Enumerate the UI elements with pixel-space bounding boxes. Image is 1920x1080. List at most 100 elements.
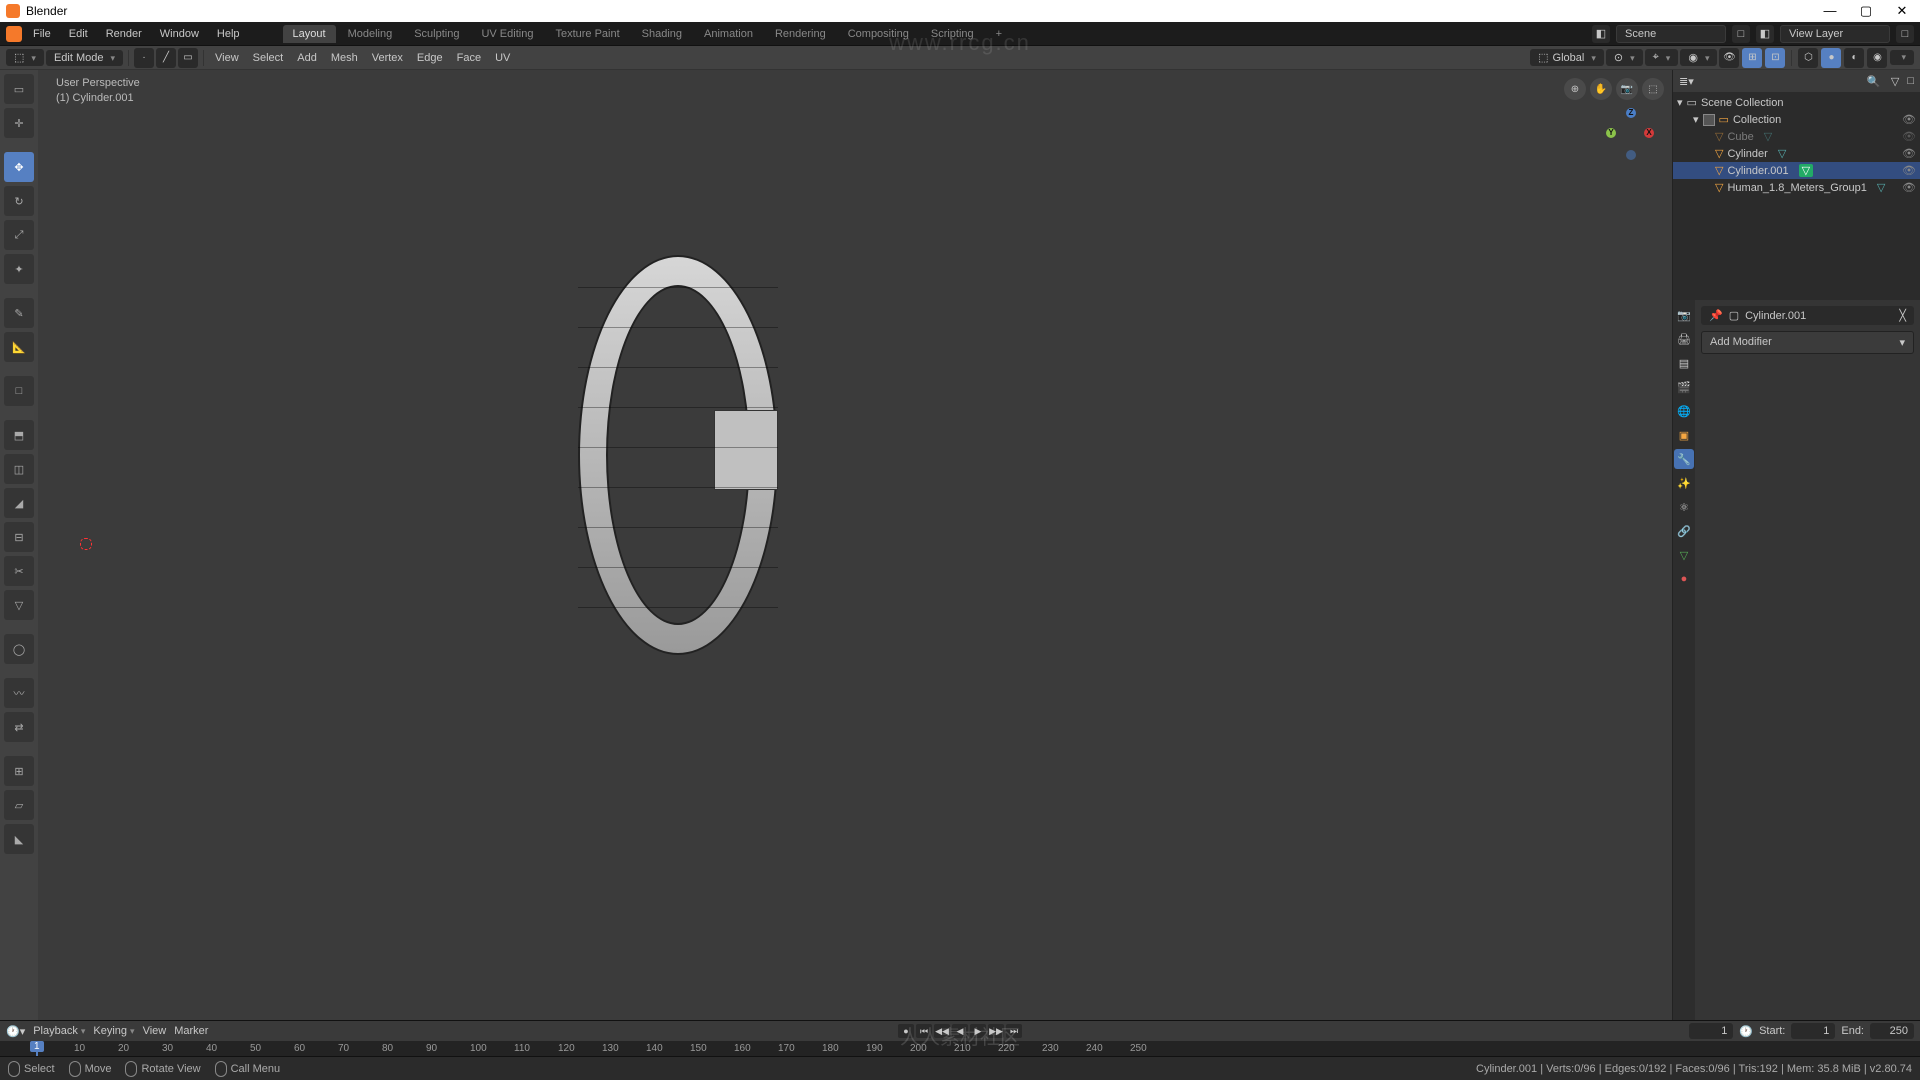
tmenu-marker[interactable]: Marker [174, 1025, 208, 1037]
tool-inset[interactable]: ◫ [4, 454, 34, 484]
tab-rendering[interactable]: Rendering [765, 25, 836, 43]
menu-edit[interactable]: Edit [62, 26, 95, 42]
gizmo-visibility-icon[interactable]: 👁 [1719, 48, 1739, 68]
tool-transform[interactable]: ✦ [4, 254, 34, 284]
vmenu-view[interactable]: View [209, 50, 245, 66]
pivot-point-dropdown[interactable]: ⊙ [1606, 49, 1643, 66]
tool-bevel[interactable]: ◢ [4, 488, 34, 518]
end-frame-field[interactable]: 250 [1870, 1023, 1914, 1039]
nav-pan-icon[interactable]: ✋ [1590, 78, 1612, 100]
tool-shrink[interactable]: ⊞ [4, 756, 34, 786]
maximize-button[interactable]: ▢ [1854, 3, 1878, 19]
tool-spin[interactable]: ◯ [4, 634, 34, 664]
prop-tab-modifier[interactable]: 🔧 [1674, 449, 1694, 469]
tool-measure[interactable]: 📐 [4, 332, 34, 362]
minimize-button[interactable]: — [1818, 3, 1842, 19]
tool-smooth[interactable]: 〰 [4, 678, 34, 708]
outliner-type-icon[interactable]: ≣▾ [1679, 75, 1694, 88]
prop-tab-material[interactable]: ● [1674, 569, 1694, 589]
tab-shading[interactable]: Shading [632, 25, 692, 43]
tool-scale[interactable]: ⤢ [4, 220, 34, 250]
tab-sculpting[interactable]: Sculpting [404, 25, 469, 43]
select-mode-face[interactable]: ▭ [178, 48, 198, 68]
proportional-edit-dropdown[interactable]: ◉ [1680, 49, 1717, 66]
visibility-icon[interactable]: 👁 [1902, 147, 1916, 160]
tool-select-box[interactable]: ▭ [4, 74, 34, 104]
overlay-visibility-icon[interactable]: ⊞ [1742, 48, 1762, 68]
viewlayer-name-field[interactable]: View Layer [1780, 25, 1890, 43]
tmenu-keying[interactable]: Keying [93, 1025, 134, 1037]
tool-rotate[interactable]: ↻ [4, 186, 34, 216]
tab-layout[interactable]: Layout [283, 25, 336, 43]
menu-help[interactable]: Help [210, 26, 247, 42]
start-frame-field[interactable]: 1 [1791, 1023, 1835, 1039]
preview-range-icon[interactable]: 🕐 [1739, 1025, 1753, 1038]
outliner-collection[interactable]: ▾ ▭ Collection 👁 [1673, 111, 1920, 128]
outliner-item-cylinder[interactable]: ▽ Cylinder ▽ 👁 [1673, 145, 1920, 162]
outliner-item-human[interactable]: ▽ Human_1.8_Meters_Group1 ▽ 👁 [1673, 179, 1920, 196]
prop-tab-constraints[interactable]: 🔗 [1674, 521, 1694, 541]
snap-dropdown[interactable]: ⌖ [1645, 49, 1679, 66]
outliner-scene-collection[interactable]: ▾▭ Scene Collection [1673, 94, 1920, 111]
tool-polybuild[interactable]: ▽ [4, 590, 34, 620]
shading-rendered-icon[interactable]: ◉ [1867, 48, 1887, 68]
tab-animation[interactable]: Animation [694, 25, 763, 43]
blender-icon[interactable] [6, 26, 22, 42]
prop-tab-physics[interactable]: ⚛ [1674, 497, 1694, 517]
vmenu-select[interactable]: Select [247, 50, 290, 66]
shading-lookdev-icon[interactable]: ◐ [1844, 48, 1864, 68]
tab-texture-paint[interactable]: Texture Paint [545, 25, 629, 43]
select-mode-vertex[interactable]: · [134, 48, 154, 68]
menu-render[interactable]: Render [99, 26, 149, 42]
transform-orientation-dropdown[interactable]: ⬚Global [1530, 49, 1604, 66]
nav-persp-icon[interactable]: ⬚ [1642, 78, 1664, 100]
tmenu-view[interactable]: View [143, 1025, 167, 1037]
shading-wireframe-icon[interactable]: ⬡ [1798, 48, 1818, 68]
menu-file[interactable]: File [26, 26, 58, 42]
tool-edge-slide[interactable]: ⇄ [4, 712, 34, 742]
tmenu-playback[interactable]: Playback [33, 1025, 85, 1037]
tool-extrude[interactable]: ⬒ [4, 420, 34, 450]
tool-loopcut[interactable]: ⊟ [4, 522, 34, 552]
prop-tab-mesh[interactable]: ▽ [1674, 545, 1694, 565]
new-collection-icon[interactable]: □ [1907, 75, 1914, 87]
properties-breadcrumb[interactable]: 📌 ▢ Cylinder.001 ╳ [1701, 306, 1914, 325]
tool-annotate[interactable]: ✎ [4, 298, 34, 328]
vmenu-vertex[interactable]: Vertex [366, 50, 409, 66]
close-button[interactable]: ✕ [1890, 3, 1914, 19]
prop-tab-scene[interactable]: 🎬 [1674, 377, 1694, 397]
vmenu-mesh[interactable]: Mesh [325, 50, 364, 66]
scene-browse-icon[interactable]: ◧ [1592, 25, 1610, 43]
pin-icon[interactable]: 📌 [1709, 309, 1723, 322]
prop-tab-output[interactable]: 🖨 [1674, 329, 1694, 349]
tool-rip[interactable]: ◣ [4, 824, 34, 854]
select-mode-edge[interactable]: ╱ [156, 48, 176, 68]
visibility-icon[interactable]: 👁 [1902, 113, 1916, 126]
visibility-icon[interactable]: 👁 [1902, 164, 1916, 177]
prop-tab-viewlayer[interactable]: ▤ [1674, 353, 1694, 373]
viewlayer-browse-icon[interactable]: ◧ [1756, 25, 1774, 43]
vmenu-edge[interactable]: Edge [411, 50, 449, 66]
viewlayer-new-icon[interactable]: □ [1896, 25, 1914, 43]
orientation-gizmo[interactable]: X Y Z [1606, 108, 1656, 158]
tool-knife[interactable]: ✂ [4, 556, 34, 586]
editor-type-dropdown[interactable]: ⬚ [6, 49, 44, 66]
scene-name-field[interactable]: Scene [1616, 25, 1726, 43]
visibility-icon[interactable]: 👁 [1902, 181, 1916, 194]
mode-dropdown[interactable]: Edit Mode [46, 50, 123, 66]
outliner-item-cube[interactable]: ▽ Cube ▽ 👁 [1673, 128, 1920, 145]
prop-tab-particles[interactable]: ✨ [1674, 473, 1694, 493]
close-icon[interactable]: ╳ [1899, 309, 1906, 322]
vmenu-face[interactable]: Face [451, 50, 487, 66]
visibility-icon[interactable]: 👁 [1902, 130, 1916, 143]
shading-solid-icon[interactable]: ● [1821, 48, 1841, 68]
vmenu-add[interactable]: Add [291, 50, 323, 66]
timeline-type-icon[interactable]: 🕐▾ [6, 1025, 25, 1038]
current-frame-field[interactable]: 1 [1689, 1023, 1733, 1039]
tool-shear[interactable]: ▱ [4, 790, 34, 820]
tab-uv-editing[interactable]: UV Editing [471, 25, 543, 43]
prop-tab-render[interactable]: 📷 [1674, 305, 1694, 325]
shading-options-dropdown[interactable] [1890, 50, 1914, 65]
tool-cursor[interactable]: ✛ [4, 108, 34, 138]
playhead-badge[interactable]: 1 [30, 1041, 44, 1052]
